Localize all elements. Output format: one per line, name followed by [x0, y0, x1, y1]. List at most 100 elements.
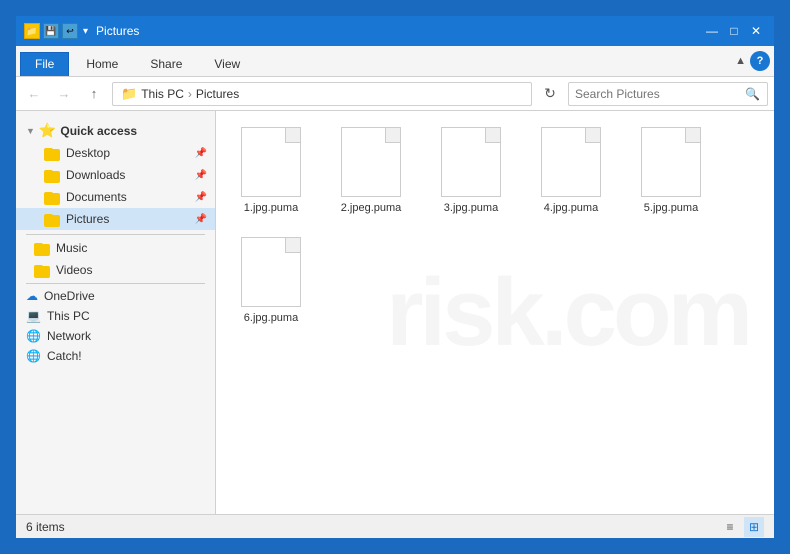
close-button[interactable]: ✕ — [746, 21, 766, 41]
sidebar-item-music[interactable]: Music — [16, 237, 215, 259]
sidebar-quickaccess-header[interactable]: ▼ ⭐ Quick access — [16, 119, 215, 142]
ribbon: File Home Share View ▲ ? — [16, 46, 774, 77]
pictures-pin-icon: 📌 — [195, 214, 207, 225]
file-item-6[interactable]: 6.jpg.puma — [226, 231, 316, 331]
catch-icon: 🌐 — [26, 349, 41, 363]
sidebar-divider1 — [26, 234, 205, 235]
onedrive-icon: ☁ — [26, 289, 38, 303]
path-folder-icon: 📁 — [121, 86, 137, 102]
grid-view-button[interactable]: ⊞ — [744, 517, 764, 537]
pictures-folder-icon — [44, 211, 60, 227]
file-item-2[interactable]: 2.jpeg.puma — [326, 121, 416, 221]
file-name-5: 5.jpg.puma — [644, 201, 698, 215]
path-thispc: This PC — [141, 87, 184, 101]
refresh-button[interactable]: ↻ — [538, 82, 562, 106]
file-thumb-5 — [641, 127, 701, 197]
file-thumb-4 — [541, 127, 601, 197]
files-grid: 1.jpg.puma 2.jpeg.puma 3.jpg.puma 4.jpg.… — [226, 121, 764, 332]
documents-folder-icon — [44, 189, 60, 205]
documents-pin-icon: 📌 — [195, 192, 207, 203]
file-thumb-1 — [241, 127, 301, 197]
file-item-5[interactable]: 5.jpg.puma — [626, 121, 716, 221]
status-bar: 6 items ≡ ⊞ — [16, 514, 774, 538]
sidebar-section-quickaccess: ▼ ⭐ Quick access Desktop 📌 Downloads 📌 D… — [16, 119, 215, 230]
address-bar: ← → ↑ 📁 This PC › Pictures ↻ 🔍 — [16, 77, 774, 111]
path-pictures: Pictures — [196, 87, 239, 101]
downloads-label: Downloads — [66, 168, 125, 182]
address-path[interactable]: 📁 This PC › Pictures — [112, 82, 532, 106]
explorer-window: 📁 💾 ↩ ▾ Pictures — □ ✕ File Home Share V… — [14, 14, 776, 540]
sidebar-item-network[interactable]: 🌐 Network — [16, 326, 215, 346]
quickaccess-chevron: ▼ — [26, 126, 35, 136]
catch-label: Catch! — [47, 349, 82, 363]
sidebar-item-desktop[interactable]: Desktop 📌 — [16, 142, 215, 164]
quickaccess-label: Quick access — [60, 124, 137, 138]
sidebar-item-pictures[interactable]: Pictures 📌 — [16, 208, 215, 230]
downloads-folder-icon — [44, 167, 60, 183]
tab-file[interactable]: File — [20, 52, 69, 76]
sidebar-item-onedrive[interactable]: ☁ OneDrive — [16, 286, 215, 306]
file-name-6: 6.jpg.puma — [244, 311, 298, 325]
documents-label: Documents — [66, 190, 127, 204]
file-name-2: 2.jpeg.puma — [341, 201, 402, 215]
file-thumb-2 — [341, 127, 401, 197]
up-button[interactable]: ↑ — [82, 82, 106, 106]
videos-label: Videos — [56, 263, 92, 277]
music-folder-icon — [34, 240, 50, 256]
thispc-icon: 💻 — [26, 309, 41, 323]
search-input[interactable] — [575, 87, 745, 101]
onedrive-label: OneDrive — [44, 289, 95, 303]
help-button[interactable]: ? — [750, 51, 770, 71]
list-view-button[interactable]: ≡ — [720, 517, 740, 537]
file-item-1[interactable]: 1.jpg.puma — [226, 121, 316, 221]
sidebar-item-videos[interactable]: Videos — [16, 259, 215, 281]
path-sep1: › — [188, 87, 192, 101]
sidebar-item-thispc[interactable]: 💻 This PC — [16, 306, 215, 326]
file-item-4[interactable]: 4.jpg.puma — [526, 121, 616, 221]
sidebar-item-catch[interactable]: 🌐 Catch! — [16, 346, 215, 366]
sidebar-divider2 — [26, 283, 205, 284]
item-count: 6 items — [26, 520, 65, 534]
view-controls: ≡ ⊞ — [720, 517, 764, 537]
minimize-button[interactable]: — — [702, 21, 722, 41]
tab-share[interactable]: Share — [135, 52, 197, 76]
tab-view[interactable]: View — [199, 52, 255, 76]
ribbon-tabs: File Home Share View ▲ ? — [16, 46, 774, 76]
network-icon: 🌐 — [26, 329, 41, 343]
window-title: Pictures — [96, 24, 702, 38]
file-name-3: 3.jpg.puma — [444, 201, 498, 215]
file-thumb-6 — [241, 237, 301, 307]
main-area: ▼ ⭐ Quick access Desktop 📌 Downloads 📌 D… — [16, 111, 774, 514]
downloads-pin-icon: 📌 — [195, 170, 207, 181]
title-save-icon: 💾 — [43, 23, 59, 39]
search-icon: 🔍 — [745, 87, 760, 101]
desktop-label: Desktop — [66, 146, 110, 160]
search-box[interactable]: 🔍 — [568, 82, 768, 106]
sidebar: ▼ ⭐ Quick access Desktop 📌 Downloads 📌 D… — [16, 111, 216, 514]
back-button[interactable]: ← — [22, 82, 46, 106]
file-name-1: 1.jpg.puma — [244, 201, 298, 215]
file-item-3[interactable]: 3.jpg.puma — [426, 121, 516, 221]
music-label: Music — [56, 241, 87, 255]
tab-home[interactable]: Home — [71, 52, 133, 76]
title-undo-icon: ↩ — [62, 23, 78, 39]
window-controls: — □ ✕ — [702, 21, 766, 41]
file-thumb-3 — [441, 127, 501, 197]
desktop-pin-icon: 📌 — [195, 148, 207, 159]
title-folder-icon: 📁 — [24, 23, 40, 39]
desktop-folder-icon — [44, 145, 60, 161]
videos-folder-icon — [34, 262, 50, 278]
maximize-button[interactable]: □ — [724, 21, 744, 41]
quickaccess-star-icon: ⭐ — [39, 122, 56, 139]
pictures-label: Pictures — [66, 212, 109, 226]
sidebar-item-documents[interactable]: Documents 📌 — [16, 186, 215, 208]
thispc-label: This PC — [47, 309, 90, 323]
ribbon-collapse-icon[interactable]: ▲ — [735, 55, 746, 67]
file-area: risk.com 1.jpg.puma 2.jpeg.puma 3.jpg.pu… — [216, 111, 774, 514]
title-bar: 📁 💾 ↩ ▾ Pictures — □ ✕ — [16, 16, 774, 46]
title-dropdown-icon[interactable]: ▾ — [83, 26, 88, 37]
network-label: Network — [47, 329, 91, 343]
title-bar-quick-access: 📁 💾 ↩ ▾ — [24, 23, 88, 39]
sidebar-item-downloads[interactable]: Downloads 📌 — [16, 164, 215, 186]
forward-button[interactable]: → — [52, 82, 76, 106]
